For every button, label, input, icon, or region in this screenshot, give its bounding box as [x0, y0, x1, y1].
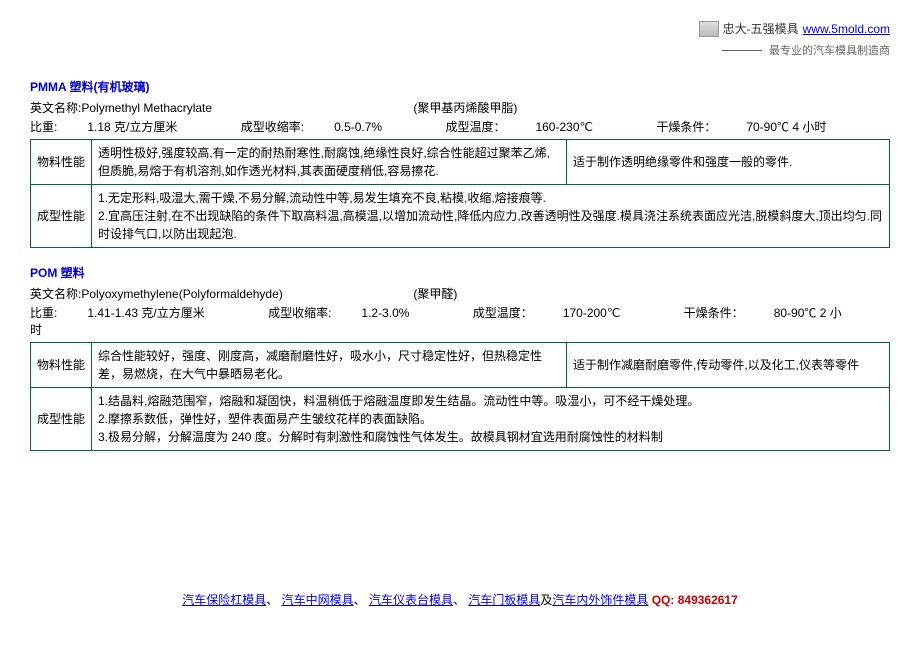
temp-label: 成型温度：: [473, 306, 533, 320]
section2-name-row: 英文名称:Polyoxymethylene(Polyformaldehyde) …: [30, 285, 890, 302]
en-label: 英文名称:: [30, 101, 81, 115]
physical-use: 适于制作减磨耐磨零件,传动零件,以及化工,仪表等零件: [567, 342, 890, 387]
section1-title: PMMA 塑料(有机玻璃): [30, 78, 890, 95]
molding-content: 1.结晶料,熔融范围窄，熔融和凝固快，料温稍低于熔融温度即发生结晶。流动性中等。…: [92, 387, 890, 450]
section2-table: 物料性能 综合性能较好，强度、刚度高，减磨耐磨性好，吸水小，尺寸稳定性好，但热稳…: [30, 342, 890, 451]
section2-title: POM 塑料: [30, 264, 890, 281]
bi-value: 1.18 克/立方厘米: [87, 120, 177, 134]
cn-name: (聚甲基丙烯酸甲脂): [413, 101, 517, 115]
en-label: 英文名称:: [30, 287, 81, 301]
row-header-molding: 成型性能: [31, 387, 92, 450]
table-row: 成型性能 1.结晶料,熔融范围窄，熔融和凝固快，料温稍低于熔融温度即发生结晶。流…: [31, 387, 890, 450]
section1-specs: 比重: 1.18 克/立方厘米 成型收缩率: 0.5-0.7% 成型温度： 160-2…: [30, 118, 890, 135]
dry-label: 干燥条件：: [684, 306, 744, 320]
footer-link-grille[interactable]: 汽车中网模具: [282, 593, 354, 607]
table-row: 物料性能 综合性能较好，强度、刚度高，减磨耐磨性好，吸水小，尺寸稳定性好，但热稳…: [31, 342, 890, 387]
row-header-physical: 物料性能: [31, 342, 92, 387]
shrink-value: 1.2-3.0%: [361, 306, 409, 320]
row-header-physical: 物料性能: [31, 139, 92, 184]
shrink-label: 成型收缩率:: [241, 120, 304, 134]
table-row: 成型性能 1.无定形料,吸湿大,需干燥,不易分解,流动性中等,易发生填充不良,粘…: [31, 184, 890, 247]
shrink-value: 0.5-0.7%: [334, 120, 382, 134]
page-header: 忠大-五强模具 www.5mold.com 最专业的汽车模具制造商: [30, 20, 890, 58]
molding-content: 1.无定形料,吸湿大,需干燥,不易分解,流动性中等,易发生填充不良,粘模,收缩,…: [92, 184, 890, 247]
footer-link-door[interactable]: 汽车门板模具: [468, 593, 540, 607]
physical-props: 综合性能较好，强度、刚度高，减磨耐磨性好，吸水小，尺寸稳定性好，但热稳定性差，易…: [92, 342, 567, 387]
brand-link[interactable]: www.5mold.com: [803, 22, 890, 36]
temp-value: 160-230℃: [535, 120, 593, 134]
dash-icon: [722, 50, 762, 51]
section1-name-row: 英文名称:Polymethyl Methacrylate (聚甲基丙烯酸甲脂): [30, 99, 890, 116]
en-name: Polyoxymethylene(Polyformaldehyde): [81, 287, 282, 301]
brand-line: 忠大-五强模具 www.5mold.com: [699, 20, 890, 37]
qq-contact: QQ: 849362617: [652, 593, 738, 607]
row-header-molding: 成型性能: [31, 184, 92, 247]
table-row: 物料性能 透明性极好,强度较高,有一定的耐热耐寒性,耐腐蚀,绝缘性良好,综合性能…: [31, 139, 890, 184]
section2-specs: 比重: 1.41-1.43 克/立方厘米 成型收缩率: 1.2-3.0% 成型温度：…: [30, 304, 890, 338]
shrink-label: 成型收缩率:: [268, 306, 331, 320]
physical-props: 透明性极好,强度较高,有一定的耐热耐寒性,耐腐蚀,绝缘性良好,综合性能超过聚苯乙…: [92, 139, 567, 184]
dry-value: 70-90℃ 4 小时: [746, 120, 826, 134]
temp-value: 170-200℃: [563, 306, 621, 320]
brand-subtitle: 最专业的汽车模具制造商: [769, 45, 890, 57]
footer-link-trim[interactable]: 汽车内外饰件模具: [552, 593, 648, 607]
bi-value: 1.41-1.43 克/立方厘米: [87, 306, 204, 320]
sep: 、: [453, 593, 465, 607]
bi-label: 比重:: [30, 120, 57, 134]
footer-link-bumper[interactable]: 汽车保险杠模具: [182, 593, 266, 607]
page-footer: 汽车保险杠模具、 汽车中网模具、 汽车仪表台模具、 汽车门板模具及汽车内外饰件模…: [30, 591, 890, 608]
temp-label: 成型温度：: [445, 120, 505, 134]
brand-subtitle-line: 最专业的汽车模具制造商: [30, 42, 890, 58]
bi-label: 比重:: [30, 306, 57, 320]
sep-and: 及: [540, 593, 552, 607]
section1-table: 物料性能 透明性极好,强度较高,有一定的耐热耐寒性,耐腐蚀,绝缘性良好,综合性能…: [30, 139, 890, 248]
dry-label: 干燥条件：: [656, 120, 716, 134]
sep: 、: [266, 593, 278, 607]
brand-icon: [699, 21, 719, 37]
brand-name: 忠大-五强模具: [723, 20, 799, 37]
footer-link-dashboard[interactable]: 汽车仪表台模具: [369, 593, 453, 607]
cn-name: (聚甲醛): [413, 287, 457, 301]
en-name: Polymethyl Methacrylate: [81, 101, 212, 115]
physical-use: 适于制作透明绝缘零件和强度一般的零件.: [567, 139, 890, 184]
sep: 、: [354, 593, 366, 607]
